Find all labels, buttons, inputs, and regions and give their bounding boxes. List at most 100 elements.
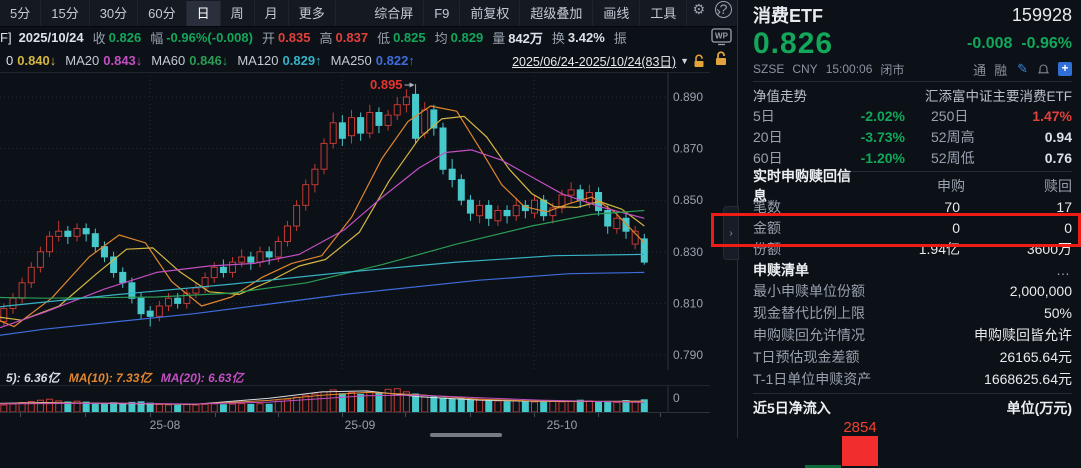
list-item: 最小申赎单位份额 2,000,000 — [753, 280, 1072, 302]
svg-text:0.810: 0.810 — [673, 296, 703, 310]
ma250-label: MA250 — [331, 53, 372, 68]
x-label-oct: 25-10 — [547, 418, 578, 432]
field-label: 幅 — [150, 28, 163, 47]
allow-status-label: 申购赎回允许情况 — [753, 325, 865, 345]
more-ellipsis-icon[interactable]: … — [1056, 262, 1072, 278]
currency-label: CNY — [792, 62, 817, 76]
quote-date: 2025/10/24 — [19, 30, 84, 45]
netflow-section-title: 近5日净流入 — [753, 398, 831, 418]
axis-tick — [215, 413, 216, 417]
svg-text:WP: WP — [715, 32, 729, 41]
f9-button[interactable]: F9 — [424, 1, 460, 26]
period-5d-label: 5日 — [753, 106, 805, 126]
toolbar-overflow-chevron-icon[interactable]: › — [716, 3, 721, 20]
t-cash-value: 26165.64元 — [1000, 347, 1072, 367]
vol-ma5-label: 5): 6.36亿 — [6, 371, 59, 385]
chevron-down-icon[interactable]: ▼ — [680, 56, 689, 66]
list-item: T日预估现金差额 26165.64元 — [753, 346, 1072, 368]
nav-row: 20日 -3.73% 52周高 0.94 — [753, 126, 1072, 147]
nav-row: 5日 -2.02% 250日 1.47% — [753, 105, 1072, 126]
axis-tick — [660, 413, 661, 417]
volume-chart[interactable]: 0 — [0, 385, 710, 413]
field-label: 高 — [320, 28, 333, 47]
forward-adjust-button[interactable]: 前复权 — [460, 1, 520, 26]
tab-day[interactable]: 日 — [187, 1, 221, 26]
svg-text:0.895: 0.895 — [370, 77, 403, 92]
bell-icon[interactable] — [1037, 63, 1050, 76]
wp-window-icon[interactable]: WP — [710, 27, 734, 47]
52w-high-label: 52周高 — [931, 127, 1005, 147]
svg-text:0.790: 0.790 — [673, 348, 703, 362]
svg-text:0.850: 0.850 — [673, 193, 703, 207]
allow-status-value: 申购赎回皆允许 — [974, 325, 1072, 345]
fund-name[interactable]: 汇添富中证主要消费ETF — [925, 85, 1072, 105]
period-5d-value: -2.02% — [805, 108, 905, 124]
52w-low-label: 52周低 — [931, 148, 1005, 168]
ma20-label: MA20 — [65, 53, 99, 68]
ma120-value: 0.829↑ — [283, 53, 322, 68]
axis-tick — [405, 413, 406, 417]
market-status: 闭市 — [880, 61, 904, 78]
tab-month[interactable]: 月 — [255, 1, 289, 26]
t1-asset-value: 1668625.64元 — [984, 369, 1072, 389]
t-cash-label: T日预估现金差额 — [753, 347, 860, 367]
x-label-aug: 25-08 — [150, 418, 181, 432]
volume-ma-legend: 5): 6.36亿 MA(10): 7.33亿 MA(20): 6.63亿 — [0, 369, 710, 384]
add-icon[interactable]: + — [1058, 62, 1072, 76]
unlock-icon[interactable] — [692, 53, 706, 68]
tools-button[interactable]: 工具 — [640, 1, 687, 26]
draw-line-button[interactable]: 画线 — [593, 1, 640, 26]
netflow-chart: 2854 — [753, 418, 1072, 464]
ma60-value: 0.846↓ — [189, 53, 228, 68]
axis-tick — [150, 413, 151, 417]
period-60d-label: 60日 — [753, 148, 805, 168]
last-price: 0.826 — [753, 27, 833, 61]
composite-screen-button[interactable]: 综合屏 — [364, 1, 424, 26]
candlestick-chart[interactable]: 0.8900.8700.8500.8300.8100.7900.895 — [0, 72, 710, 370]
horizontal-scrollbar[interactable] — [430, 433, 502, 437]
min-unit-label: 最小申赎单位份额 — [753, 281, 865, 301]
cash-ratio-value: 50% — [1044, 305, 1072, 321]
low-value: 0.825 — [393, 30, 426, 45]
axis-tick — [598, 413, 599, 417]
period-250d-label: 250日 — [931, 106, 1005, 126]
nav-trend-label[interactable]: 净值走势 — [753, 85, 807, 105]
edit-icon[interactable]: ✎ — [1017, 61, 1028, 77]
tab-15min[interactable]: 15分 — [41, 1, 89, 26]
gear-icon[interactable]: ⚙ — [692, 1, 705, 26]
field-label: 低 — [377, 28, 390, 47]
high-value: 0.837 — [336, 30, 369, 45]
field-label: 收 — [93, 28, 106, 47]
tab-more[interactable]: 更多 — [289, 1, 336, 26]
chart-section: 5分 15分 30分 60分 日 周 月 更多 综合屏 F9 前复权 超级叠加 … — [0, 0, 737, 438]
period-250d-value: 1.47% — [1005, 108, 1072, 124]
lock-icon[interactable] — [713, 50, 729, 67]
tab-5min[interactable]: 5分 — [0, 1, 41, 26]
change-value: -0.96%(-0.008) — [166, 30, 253, 45]
period-20d-value: -3.73% — [805, 129, 905, 145]
exchange-label: SZSE — [753, 62, 784, 76]
axis-tick — [20, 413, 21, 417]
list-section-title[interactable]: 申赎清单 — [753, 260, 809, 280]
tab-60min[interactable]: 60分 — [138, 1, 186, 26]
netflow-bar — [842, 436, 878, 466]
date-range-selector[interactable]: 2025/06/24-2025/10/24(83日) — [512, 51, 676, 70]
netflow-unit-label: 单位(万元) — [1007, 398, 1072, 418]
ma250-value: 0.822↑ — [376, 53, 415, 68]
tab-week[interactable]: 周 — [221, 1, 255, 26]
quote-info-bar: F] 2025/10/24 收0.826 幅-0.96%(-0.008) 开0.… — [0, 26, 710, 49]
axis-tick — [85, 413, 86, 417]
axis-tick — [470, 413, 471, 417]
super-overlay-button[interactable]: 超级叠加 — [520, 1, 593, 26]
vol-ma10-label: MA(10): 7.33亿 — [69, 371, 152, 385]
field-label: 开 — [262, 28, 275, 47]
svg-text:0: 0 — [673, 391, 680, 405]
tab-30min[interactable]: 30分 — [90, 1, 138, 26]
list-item: T-1日单位申赎资产 1668625.64元 — [753, 368, 1072, 390]
x-label-sep: 25-09 — [345, 418, 376, 432]
badge-rong: 融 — [994, 60, 1007, 79]
x-axis: 25-08 25-09 25-10 — [0, 412, 710, 439]
52w-low-value: 0.76 — [1005, 150, 1072, 166]
list-item: 申购赎回允许情况 申购赎回皆允许 — [753, 324, 1072, 346]
field-label: 振 — [614, 28, 627, 47]
